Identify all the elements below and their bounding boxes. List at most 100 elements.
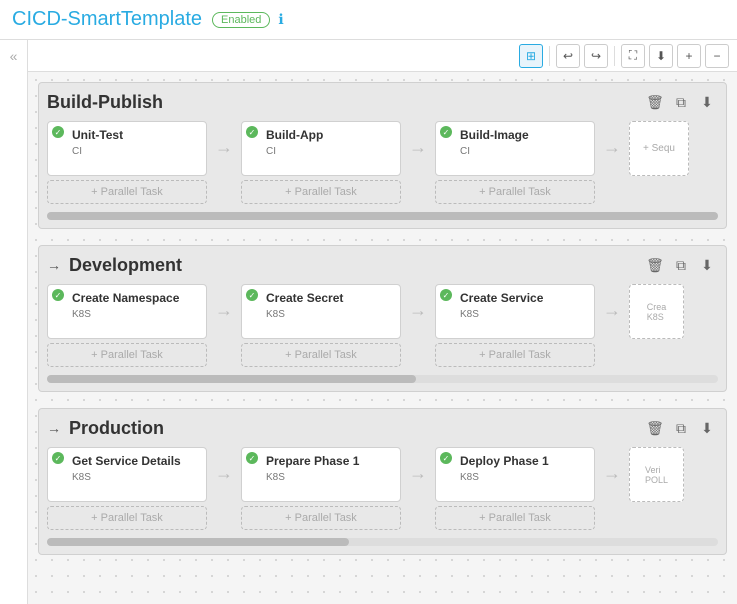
add-parallel-unit-test[interactable]: + Parallel Task [47, 180, 207, 204]
task-column-unit-test: ✓ Unit-Test CI + Parallel Task [47, 121, 207, 204]
phase-header-build: Build-Publish 🗑 ⧉ ⬇ [47, 91, 718, 113]
add-parallel-build-image[interactable]: + Parallel Task [435, 180, 595, 204]
task-title-create-namespace: Create Namespace [56, 291, 198, 305]
toolbar-separator [549, 46, 550, 66]
task-column-deploy-phase: ✓ Deploy Phase 1 K8S + Parallel Task [435, 447, 595, 530]
delete-build-button[interactable]: 🗑 [644, 91, 666, 113]
scrollbar-development[interactable] [47, 375, 718, 383]
task-status-deploy-phase: ✓ [440, 452, 452, 464]
task-status-get-service: ✓ [52, 452, 64, 464]
task-title-deploy-phase: Deploy Phase 1 [444, 454, 586, 468]
sequence-card-prod: VeriPOLL [629, 447, 684, 502]
tasks-row-development: ✓ Create Namespace K8S + Parallel Task →… [47, 284, 718, 367]
delete-production-button[interactable]: 🗑 [644, 417, 666, 439]
add-parallel-deploy-phase[interactable]: + Parallel Task [435, 506, 595, 530]
connector-3: → [603, 121, 621, 158]
add-parallel-prepare-phase[interactable]: + Parallel Task [241, 506, 401, 530]
sequence-card-build: + Sequ [629, 121, 689, 176]
add-parallel-build-app[interactable]: + Parallel Task [241, 180, 401, 204]
task-card-create-service[interactable]: ✓ Create Service K8S [435, 284, 595, 339]
task-title-create-secret: Create Secret [250, 291, 392, 305]
download-button[interactable]: ⬇ [649, 44, 673, 68]
task-card-deploy-phase[interactable]: ✓ Deploy Phase 1 K8S [435, 447, 595, 502]
task-title-create-service: Create Service [444, 291, 586, 305]
scrollbar-build[interactable] [47, 212, 718, 220]
task-column-prepare-phase: ✓ Prepare Phase 1 K8S + Parallel Task [241, 447, 401, 530]
connector-1: → [215, 121, 233, 158]
task-column-create-namespace: ✓ Create Namespace K8S + Parallel Task [47, 284, 207, 367]
zoom-in-button[interactable]: + [677, 44, 701, 68]
phase-actions-build: 🗑 ⧉ ⬇ [644, 91, 718, 113]
task-title-unit-test: Unit-Test [56, 128, 198, 142]
task-card-build-image[interactable]: ✓ Build-Image CI [435, 121, 595, 176]
grid-button[interactable]: ⊞ [519, 44, 543, 68]
task-type-create-secret: K8S [250, 309, 392, 320]
task-card-prepare-phase[interactable]: ✓ Prepare Phase 1 K8S [241, 447, 401, 502]
task-card-create-secret[interactable]: ✓ Create Secret K8S [241, 284, 401, 339]
task-title-build-app: Build-App [250, 128, 392, 142]
task-column-create-service: ✓ Create Service K8S + Parallel Task [435, 284, 595, 367]
phase-header-development: → Development 🗑 ⧉ ⬇ [47, 254, 718, 276]
task-card-build-app[interactable]: ✓ Build-App CI [241, 121, 401, 176]
enabled-badge: Enabled [212, 12, 270, 28]
task-type-prepare-phase: K8S [250, 472, 392, 483]
app-title: CICD-SmartTemplate [12, 8, 202, 31]
task-title-build-image: Build-Image [444, 128, 586, 142]
export-development-button[interactable]: ⬇ [696, 254, 718, 276]
info-icon[interactable]: ℹ [278, 11, 283, 28]
tasks-row-production: ✓ Get Service Details K8S + Parallel Tas… [47, 447, 718, 530]
task-status-build-image: ✓ [440, 126, 452, 138]
copy-production-button[interactable]: ⧉ [670, 417, 692, 439]
phase-header-production: → Production 🗑 ⧉ ⬇ [47, 417, 718, 439]
task-card-unit-test[interactable]: ✓ Unit-Test CI [47, 121, 207, 176]
task-type-unit-test: CI [56, 146, 198, 157]
task-column-get-service: ✓ Get Service Details K8S + Parallel Tas… [47, 447, 207, 530]
fit-button[interactable]: ⛶ [621, 44, 645, 68]
phase-title-development: Development [69, 255, 644, 276]
phase-arrow-development: → [47, 257, 61, 273]
add-parallel-create-namespace[interactable]: + Parallel Task [47, 343, 207, 367]
export-production-button[interactable]: ⬇ [696, 417, 718, 439]
task-title-prepare-phase: Prepare Phase 1 [250, 454, 392, 468]
phase-group-development: → Development 🗑 ⧉ ⬇ ✓ Create Namespace K… [38, 245, 727, 392]
task-column-crea-dev: CreaK8S [629, 284, 684, 339]
phase-group-production: → Production 🗑 ⧉ ⬇ ✓ Get Service Details… [38, 408, 727, 555]
scrollbar-thumb-build [47, 212, 718, 220]
task-type-create-namespace: K8S [56, 309, 198, 320]
scrollbar-production[interactable] [47, 538, 718, 546]
add-parallel-create-service[interactable]: + Parallel Task [435, 343, 595, 367]
phase-title-build: Build-Publish [47, 92, 644, 113]
connector-dev-2: → [409, 284, 427, 321]
phase-actions-production: 🗑 ⧉ ⬇ [644, 417, 718, 439]
phase-group-build: Build-Publish 🗑 ⧉ ⬇ ✓ Unit-Test CI [38, 82, 727, 229]
connector-2: → [409, 121, 427, 158]
delete-development-button[interactable]: 🗑 [644, 254, 666, 276]
copy-development-button[interactable]: ⧉ [670, 254, 692, 276]
sidebar: « [0, 40, 28, 604]
connector-prod-1: → [215, 447, 233, 484]
task-card-create-namespace[interactable]: ✓ Create Namespace K8S [47, 284, 207, 339]
export-build-button[interactable]: ⬇ [696, 91, 718, 113]
task-type-build-app: CI [250, 146, 392, 157]
connector-dev-1: → [215, 284, 233, 321]
task-status-build-app: ✓ [246, 126, 258, 138]
redo-button[interactable]: ↪ [584, 44, 608, 68]
undo-button[interactable]: ↩ [556, 44, 580, 68]
connector-dev-3: → [603, 284, 621, 321]
sequence-card-dev: CreaK8S [629, 284, 684, 339]
tasks-row-build: ✓ Unit-Test CI + Parallel Task → ✓ Build… [47, 121, 718, 204]
copy-build-button[interactable]: ⧉ [670, 91, 692, 113]
add-parallel-create-secret[interactable]: + Parallel Task [241, 343, 401, 367]
add-parallel-get-service[interactable]: + Parallel Task [47, 506, 207, 530]
task-type-deploy-phase: K8S [444, 472, 586, 483]
sidebar-collapse-icon[interactable]: « [10, 48, 18, 64]
task-status-create-service: ✓ [440, 289, 452, 301]
task-status-prepare-phase: ✓ [246, 452, 258, 464]
task-card-get-service[interactable]: ✓ Get Service Details K8S [47, 447, 207, 502]
connector-prod-3: → [603, 447, 621, 484]
phase-actions-development: 🗑 ⧉ ⬇ [644, 254, 718, 276]
task-status-unit-test: ✓ [52, 126, 64, 138]
zoom-out-button[interactable]: − [705, 44, 729, 68]
task-status-create-secret: ✓ [246, 289, 258, 301]
task-title-get-service: Get Service Details [56, 454, 198, 468]
